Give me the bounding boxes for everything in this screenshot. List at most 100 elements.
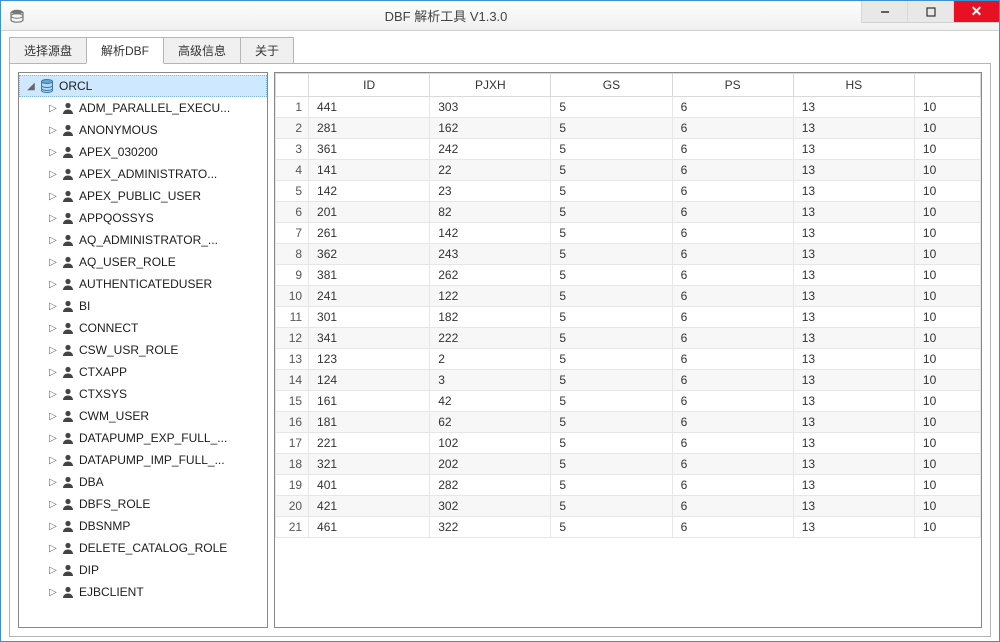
tree-item[interactable]: ▷DIP: [19, 559, 267, 581]
table-row[interactable]: 7261142561310: [276, 223, 981, 244]
cell-hs[interactable]: 13: [793, 454, 914, 475]
cell-last[interactable]: 10: [914, 244, 980, 265]
cell-pjxh[interactable]: 22: [430, 160, 551, 181]
tab-select-source[interactable]: 选择源盘: [9, 37, 87, 63]
cell-gs[interactable]: 5: [551, 496, 672, 517]
cell-hs[interactable]: 13: [793, 517, 914, 538]
cell-pjxh[interactable]: 162: [430, 118, 551, 139]
cell-pjxh[interactable]: 322: [430, 517, 551, 538]
cell-last[interactable]: 10: [914, 286, 980, 307]
tree-scroll[interactable]: ◢ORCL▷ADM_PARALLEL_EXECU...▷ANONYMOUS▷AP…: [19, 73, 267, 627]
close-button[interactable]: ✕: [953, 1, 999, 23]
cell-id[interactable]: 321: [309, 454, 430, 475]
tree-item[interactable]: ▷APEX_PUBLIC_USER: [19, 185, 267, 207]
grid-header-rownum[interactable]: [276, 74, 309, 97]
cell-hs[interactable]: 13: [793, 307, 914, 328]
cell-ps[interactable]: 6: [672, 286, 793, 307]
cell-id[interactable]: 461: [309, 517, 430, 538]
tab-parse-dbf[interactable]: 解析DBF: [86, 37, 164, 64]
tree-item[interactable]: ▷DBFS_ROLE: [19, 493, 267, 515]
cell-gs[interactable]: 5: [551, 139, 672, 160]
cell-ps[interactable]: 6: [672, 265, 793, 286]
cell-pjxh[interactable]: 142: [430, 223, 551, 244]
table-row[interactable]: 1516142561310: [276, 391, 981, 412]
tree-item[interactable]: ▷APPQOSSYS: [19, 207, 267, 229]
cell-hs[interactable]: 13: [793, 349, 914, 370]
cell-ps[interactable]: 6: [672, 412, 793, 433]
grid-header-ps[interactable]: PS: [672, 74, 793, 97]
expander-icon[interactable]: ▷: [47, 565, 59, 576]
cell-gs[interactable]: 5: [551, 328, 672, 349]
cell-ps[interactable]: 6: [672, 517, 793, 538]
cell-gs[interactable]: 5: [551, 370, 672, 391]
cell-gs[interactable]: 5: [551, 202, 672, 223]
grid-header-id[interactable]: ID: [309, 74, 430, 97]
tree-item[interactable]: ▷AUTHENTICATEDUSER: [19, 273, 267, 295]
cell-id[interactable]: 381: [309, 265, 430, 286]
cell-hs[interactable]: 13: [793, 97, 914, 118]
cell-hs[interactable]: 13: [793, 139, 914, 160]
cell-hs[interactable]: 13: [793, 286, 914, 307]
table-row[interactable]: 131232561310: [276, 349, 981, 370]
cell-pjxh[interactable]: 202: [430, 454, 551, 475]
table-row[interactable]: 9381262561310: [276, 265, 981, 286]
table-row[interactable]: 414122561310: [276, 160, 981, 181]
cell-hs[interactable]: 13: [793, 244, 914, 265]
table-row[interactable]: 620182561310: [276, 202, 981, 223]
cell-id[interactable]: 281: [309, 118, 430, 139]
cell-gs[interactable]: 5: [551, 286, 672, 307]
cell-id[interactable]: 301: [309, 307, 430, 328]
cell-ps[interactable]: 6: [672, 202, 793, 223]
cell-last[interactable]: 10: [914, 181, 980, 202]
table-row[interactable]: 21461322561310: [276, 517, 981, 538]
cell-hs[interactable]: 13: [793, 181, 914, 202]
cell-last[interactable]: 10: [914, 118, 980, 139]
cell-id[interactable]: 124: [309, 370, 430, 391]
tree-item[interactable]: ▷DELETE_CATALOG_ROLE: [19, 537, 267, 559]
tree-item[interactable]: ▷DBSNMP: [19, 515, 267, 537]
cell-ps[interactable]: 6: [672, 97, 793, 118]
cell-hs[interactable]: 13: [793, 391, 914, 412]
table-row[interactable]: 18321202561310: [276, 454, 981, 475]
table-row[interactable]: 3361242561310: [276, 139, 981, 160]
expander-icon[interactable]: ▷: [47, 499, 59, 510]
cell-id[interactable]: 361: [309, 139, 430, 160]
cell-last[interactable]: 10: [914, 370, 980, 391]
cell-gs[interactable]: 5: [551, 181, 672, 202]
tree-item[interactable]: ▷AQ_ADMINISTRATOR_...: [19, 229, 267, 251]
expander-icon[interactable]: ▷: [47, 389, 59, 400]
tree-root-item[interactable]: ◢ORCL: [19, 75, 267, 97]
cell-pjxh[interactable]: 222: [430, 328, 551, 349]
tab-advanced-info[interactable]: 高级信息: [163, 37, 241, 63]
tree-item[interactable]: ▷CWM_USER: [19, 405, 267, 427]
expander-icon[interactable]: ▷: [47, 543, 59, 554]
grid-header-gs[interactable]: GS: [551, 74, 672, 97]
minimize-button[interactable]: [861, 1, 907, 23]
cell-last[interactable]: 10: [914, 265, 980, 286]
cell-id[interactable]: 421: [309, 496, 430, 517]
cell-gs[interactable]: 5: [551, 160, 672, 181]
cell-ps[interactable]: 6: [672, 496, 793, 517]
table-row[interactable]: 11301182561310: [276, 307, 981, 328]
tree-item[interactable]: ▷AQ_USER_ROLE: [19, 251, 267, 273]
cell-pjxh[interactable]: 303: [430, 97, 551, 118]
cell-gs[interactable]: 5: [551, 223, 672, 244]
cell-last[interactable]: 10: [914, 412, 980, 433]
cell-id[interactable]: 261: [309, 223, 430, 244]
tree-item[interactable]: ▷DATAPUMP_EXP_FULL_...: [19, 427, 267, 449]
cell-last[interactable]: 10: [914, 328, 980, 349]
cell-id[interactable]: 161: [309, 391, 430, 412]
cell-ps[interactable]: 6: [672, 139, 793, 160]
grid-header-pjxh[interactable]: PJXH: [430, 74, 551, 97]
cell-ps[interactable]: 6: [672, 118, 793, 139]
grid-header-last[interactable]: [914, 74, 980, 97]
cell-pjxh[interactable]: 2: [430, 349, 551, 370]
tree-item[interactable]: ▷CONNECT: [19, 317, 267, 339]
cell-ps[interactable]: 6: [672, 307, 793, 328]
expander-icon[interactable]: ▷: [47, 323, 59, 334]
cell-id[interactable]: 141: [309, 160, 430, 181]
tree-item[interactable]: ▷APEX_030200: [19, 141, 267, 163]
tree-item[interactable]: ▷BI: [19, 295, 267, 317]
expander-icon[interactable]: ▷: [47, 213, 59, 224]
cell-gs[interactable]: 5: [551, 391, 672, 412]
